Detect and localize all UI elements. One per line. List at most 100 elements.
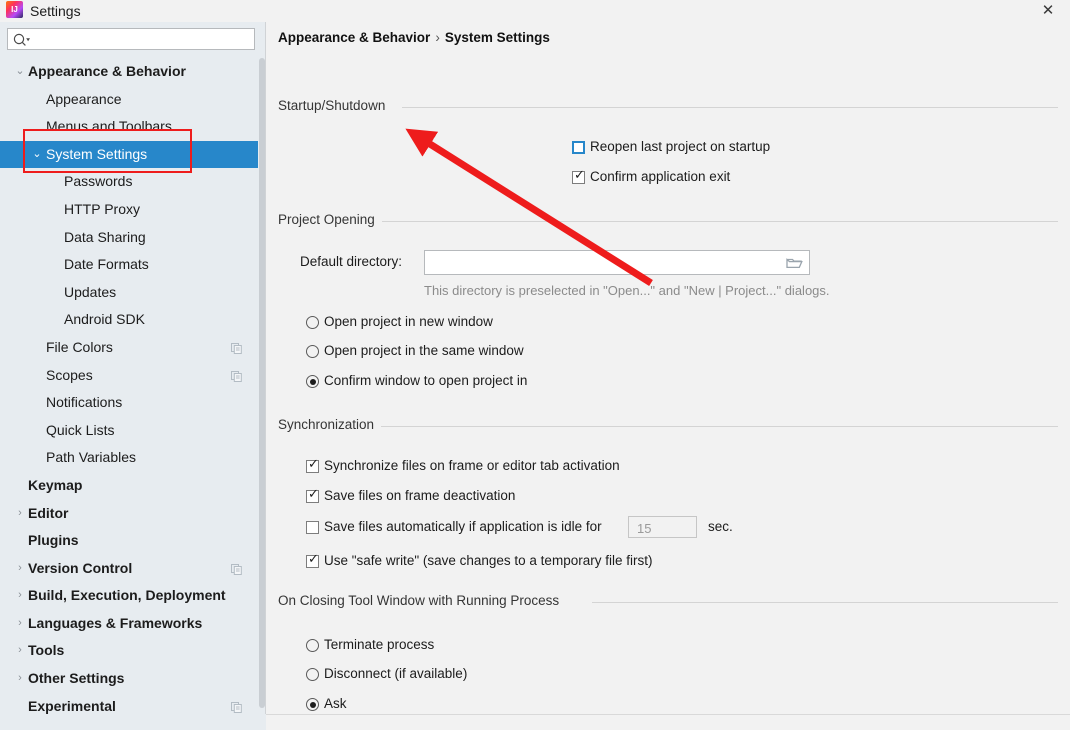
radio-label: Confirm window to open project in xyxy=(324,373,528,388)
idle-seconds-field[interactable] xyxy=(628,516,697,539)
sidebar-item-label: Updates xyxy=(64,283,117,300)
sidebar-item-version-control[interactable]: › Version Control xyxy=(0,555,258,583)
checkbox-box[interactable] xyxy=(572,141,585,154)
sidebar-item-data-sharing[interactable]: Data Sharing xyxy=(0,224,258,252)
checkbox-label: Confirm application exit xyxy=(590,169,731,184)
sidebar-item-experimental[interactable]: Experimental xyxy=(0,693,258,714)
check-icon: ✓ xyxy=(574,168,585,183)
check-icon: ✓ xyxy=(308,552,319,567)
sidebar-item-label: Passwords xyxy=(64,173,133,190)
bottom-bar-main xyxy=(266,714,1070,730)
section-title-project-opening: Project Opening xyxy=(278,212,382,227)
sidebar-item-label: Android SDK xyxy=(64,311,145,328)
idle-seconds-input[interactable] xyxy=(635,517,691,539)
search-input[interactable] xyxy=(34,29,254,51)
radio-label: Disconnect (if available) xyxy=(324,666,468,681)
radio-button[interactable] xyxy=(306,639,319,652)
search-icon xyxy=(13,33,30,46)
checkbox-box[interactable]: ✓ xyxy=(572,168,585,184)
chevron-right-icon[interactable]: › xyxy=(14,610,26,638)
sidebar-item-build-execution-deployment[interactable]: › Build, Execution, Deployment xyxy=(0,582,258,610)
copy-icon[interactable] xyxy=(231,701,242,713)
checkbox-label: Save files automatically if application … xyxy=(324,519,602,534)
sidebar-item-label: Appearance xyxy=(46,90,122,107)
sidebar-item-label: Data Sharing xyxy=(64,228,146,245)
sidebar-item-updates[interactable]: Updates xyxy=(0,279,258,307)
sidebar-item-label: Editor xyxy=(28,504,69,521)
sidebar-item-label: Quick Lists xyxy=(46,421,115,438)
sidebar-item-languages-frameworks[interactable]: › Languages & Frameworks xyxy=(0,610,258,638)
checkbox-label: Save files on frame deactivation xyxy=(324,488,516,503)
radio-dot xyxy=(309,701,316,708)
sidebar-item-label: HTTP Proxy xyxy=(64,200,140,217)
radio-button[interactable] xyxy=(306,375,319,388)
sidebar-item-http-proxy[interactable]: HTTP Proxy xyxy=(0,196,258,224)
check-icon: ✓ xyxy=(308,487,319,502)
copy-icon[interactable] xyxy=(231,370,242,382)
checkbox-box[interactable]: ✓ xyxy=(306,552,319,568)
section-rule xyxy=(592,602,1058,603)
sidebar-item-tools[interactable]: › Tools xyxy=(0,637,258,665)
copy-icon[interactable] xyxy=(231,563,242,575)
chevron-down-icon[interactable]: ⌄ xyxy=(14,58,26,86)
idle-seconds-unit: sec. xyxy=(708,519,733,534)
sidebar-item-passwords[interactable]: Passwords xyxy=(0,168,258,196)
radio-button[interactable] xyxy=(306,345,319,358)
checkbox-label: Use "safe write" (save changes to a temp… xyxy=(324,553,653,568)
sidebar-item-label: Menus and Toolbars xyxy=(46,118,172,135)
chevron-right-icon[interactable]: › xyxy=(14,555,26,583)
radio-button[interactable] xyxy=(306,698,319,711)
breadcrumb-parent[interactable]: Appearance & Behavior xyxy=(278,30,430,45)
sidebar-item-label: File Colors xyxy=(46,338,113,355)
sidebar-item-label: Languages & Frameworks xyxy=(28,614,203,631)
sidebar-item-android-sdk[interactable]: Android SDK xyxy=(0,306,258,334)
default-directory-label: Default directory: xyxy=(300,254,403,269)
sidebar-item-label: Other Settings xyxy=(28,670,125,687)
sidebar-item-label: Path Variables xyxy=(46,449,137,466)
sidebar-item-notifications[interactable]: Notifications xyxy=(0,389,258,417)
checkbox-box[interactable]: ✓ xyxy=(306,457,319,473)
sidebar-item-editor[interactable]: › Editor xyxy=(0,500,258,528)
copy-icon[interactable] xyxy=(231,342,242,354)
folder-icon[interactable] xyxy=(786,256,803,270)
sidebar-item-label: System Settings xyxy=(46,145,148,162)
sidebar-item-other-settings[interactable]: › Other Settings xyxy=(0,665,258,693)
sidebar-item-quick-lists[interactable]: Quick Lists xyxy=(0,417,258,445)
sidebar-item-label: Scopes xyxy=(46,366,93,383)
sidebar-item-file-colors[interactable]: File Colors xyxy=(0,334,258,362)
window-title: Settings xyxy=(30,3,81,19)
chevron-right-icon[interactable]: › xyxy=(14,637,26,665)
radio-button[interactable] xyxy=(306,668,319,681)
section-rule xyxy=(402,107,1058,108)
checkbox-box[interactable] xyxy=(306,521,319,534)
sidebar-item-plugins[interactable]: Plugins xyxy=(0,527,258,555)
intellij-idea-icon: IJ xyxy=(6,1,23,18)
settings-sidebar: ⌄ Appearance & Behavior Appearance Menus an… xyxy=(0,22,266,714)
bottom-bar xyxy=(0,714,1070,730)
sidebar-item-appearance-behavior[interactable]: ⌄ Appearance & Behavior xyxy=(0,58,258,86)
check-icon: ✓ xyxy=(308,457,319,472)
chevron-right-icon[interactable]: › xyxy=(14,582,26,610)
radio-label: Open project in new window xyxy=(324,314,493,329)
settings-tree[interactable]: ⌄ Appearance & Behavior Appearance Menus an… xyxy=(0,58,258,714)
sidebar-item-keymap[interactable]: Keymap xyxy=(0,472,258,500)
sidebar-item-path-variables[interactable]: Path Variables xyxy=(0,444,258,472)
sidebar-item-system-settings[interactable]: ⌄ System Settings xyxy=(0,140,258,169)
chevron-right-icon[interactable]: › xyxy=(14,500,26,528)
search-box[interactable] xyxy=(7,28,255,51)
radio-button[interactable] xyxy=(306,316,319,329)
sidebar-item-appearance[interactable]: Appearance xyxy=(0,86,258,114)
section-rule xyxy=(381,426,1058,427)
checkbox-box[interactable]: ✓ xyxy=(306,487,319,503)
sidebar-item-label: Tools xyxy=(28,642,65,659)
close-icon[interactable]: ✕ xyxy=(1036,0,1060,22)
sidebar-item-scopes[interactable]: Scopes xyxy=(0,362,258,390)
default-directory-field[interactable] xyxy=(424,250,810,276)
sidebar-item-menus-and-toolbars[interactable]: Menus and Toolbars xyxy=(0,113,258,141)
chevron-right-icon[interactable]: › xyxy=(14,665,26,693)
default-directory-hint: This directory is preselected in "Open..… xyxy=(424,283,830,298)
checkbox-label: Synchronize files on frame or editor tab… xyxy=(324,458,620,473)
sidebar-item-date-formats[interactable]: Date Formats xyxy=(0,251,258,279)
chevron-down-icon[interactable]: ⌄ xyxy=(31,141,43,169)
default-directory-input[interactable] xyxy=(430,251,789,276)
